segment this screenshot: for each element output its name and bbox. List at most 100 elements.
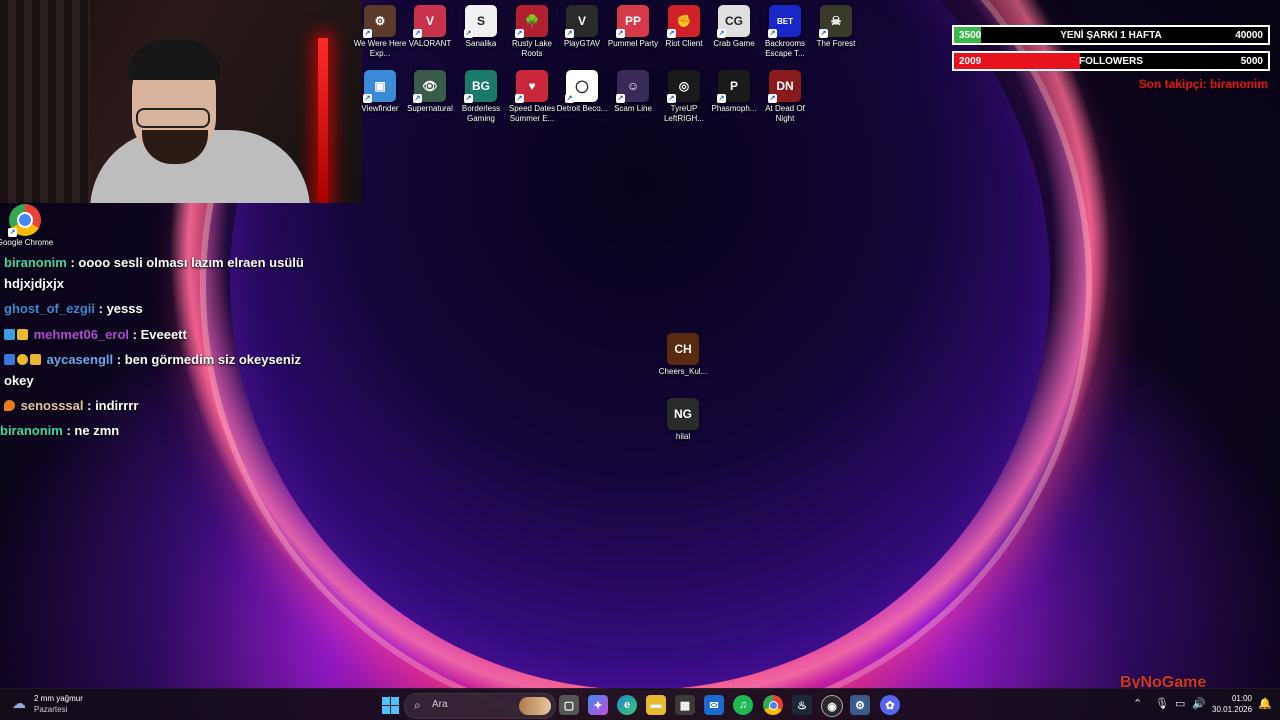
search-placeholder: Ara — [432, 699, 448, 710]
desktop-icon-scam-line[interactable]: ☺ ↗ Scam Line — [607, 70, 659, 114]
detroit-icon: ◯ ↗ — [565, 70, 598, 103]
the-forest-icon: ☠ ↗ — [819, 5, 852, 38]
webcam-glasses — [136, 108, 210, 128]
chrome-taskbar-button[interactable] — [763, 695, 783, 715]
store-button[interactable]: ▦ — [675, 695, 695, 715]
task-view-icon: ▢ — [563, 699, 575, 712]
gtav-icon: V ↗ — [565, 5, 598, 38]
desktop-icon-speed-dates[interactable]: ♥ ↗ Speed Dates Summer E... — [506, 70, 558, 124]
desktop-icon-supernatural[interactable]: 👁 ↗ Supernatural — [404, 70, 456, 114]
edge-button[interactable]: e — [617, 695, 637, 715]
app-button[interactable]: ⚙ — [850, 695, 870, 715]
desktop-icon-cheers[interactable]: CH Cheers_Kul... — [657, 333, 709, 377]
taskbar: ☁ 2 mm yağmur Pazartesi ⌕ Ara ▢ ✦ e ▬ ▦ … — [0, 688, 1280, 720]
chat-username: biranonim — [0, 423, 63, 438]
obs-icon: ◉ — [827, 700, 837, 713]
desktop-icon-tyreup[interactable]: ◎ ↗ TyreUP LeftRIGH... — [658, 70, 710, 124]
folder-icon: ▬ — [650, 699, 662, 711]
windows-icon — [381, 696, 399, 714]
chat-message: ghost_of_ezgii : yesss — [4, 298, 324, 319]
desktop-icon-valorant[interactable]: V ↗ VALORANT — [404, 5, 456, 49]
viewfinder-icon: ▣ ↗ — [363, 70, 396, 103]
goal-title: FOLLOWERS — [1079, 56, 1143, 67]
arrow-badge-icon — [4, 354, 15, 365]
network-icon[interactable]: ▭ — [1175, 697, 1185, 710]
desktop-icon-viewfinder[interactable]: ▣ ↗ Viewfinder — [354, 70, 406, 114]
discord-button[interactable]: ✿ — [880, 695, 900, 715]
crown-badge-icon — [17, 329, 28, 340]
desktop-icon-label: Cheers_Kul... — [658, 367, 708, 376]
desktop-icon-sanalika[interactable]: S ↗ Sanalika — [455, 5, 507, 49]
search-icon: ⌕ — [414, 698, 421, 712]
desktop-icon-hilal[interactable]: NG hilal — [657, 398, 709, 442]
desktop-icon-backrooms[interactable]: BET ↗ Backrooms Escape T... — [759, 5, 811, 59]
riot-client-icon: ✊ ↗ — [667, 5, 700, 38]
desktop-icon-detroit[interactable]: ◯ ↗ Detroit Beco... — [556, 70, 608, 114]
chat-message: senosssal : indirrrr — [4, 395, 324, 416]
one-badge-icon — [17, 354, 28, 365]
copilot-button[interactable]: ✦ — [588, 695, 608, 715]
chat-username: ghost_of_ezgii — [4, 301, 96, 316]
steam-button[interactable]: ♨ — [792, 695, 812, 715]
chat-message: biranonim : ne zmn — [0, 420, 320, 441]
desktop-icon-rusty-lake[interactable]: 🌳 ↗ Rusty Lake Roots — [506, 5, 558, 59]
desktop-icon-riot-client[interactable]: ✊ ↗ Riot Client — [658, 5, 710, 49]
mail-icon: ✉ — [709, 699, 719, 712]
webcam-curtain — [0, 0, 90, 203]
start-button[interactable] — [380, 695, 400, 715]
webcam-red-light — [318, 38, 328, 203]
chat-message: aycasengll : ben görmedim siz okeyseniz … — [4, 349, 324, 391]
desktop-icon-at-dead-of-night[interactable]: DN ↗ At Dead Of Night — [759, 70, 811, 124]
desktop-icon-crab-game[interactable]: CG ↗ Crab Game — [708, 5, 760, 49]
desktop-icon-google-chrome[interactable]: ↗ Google Chrome — [0, 204, 53, 248]
followers-goal-bar: 2009 FOLLOWERS 5000 — [952, 51, 1270, 71]
microphone-icon[interactable]: 🎙 — [1155, 697, 1169, 710]
crab-game-icon: CG ↗ — [717, 5, 750, 38]
volume-icon[interactable]: 🔊 — [1192, 697, 1206, 710]
chat-text: : indirrrr — [87, 398, 139, 413]
speed-dates-icon: ♥ ↗ — [515, 70, 548, 103]
valorant-icon: V ↗ — [413, 5, 446, 38]
sanalika-icon: S ↗ — [464, 5, 497, 38]
cheers-icon: CH — [667, 333, 699, 365]
goal-target: 5000 — [1240, 56, 1263, 67]
drop-badge-icon — [4, 329, 15, 340]
clock[interactable]: 01:00 30.01.2026 — [1212, 693, 1252, 715]
spotify-button[interactable]: ♫ — [733, 695, 753, 715]
chat-text: : ne zmn — [66, 423, 120, 438]
taskbar-search[interactable]: ⌕ Ara — [404, 693, 556, 719]
supernatural-icon: 👁 ↗ — [413, 70, 446, 103]
task-view-button[interactable]: ▢ — [559, 695, 579, 715]
desktop-icon-label: Google Chrome — [0, 238, 54, 247]
gear-icon: ⚙ — [855, 699, 865, 712]
fire-badge-icon — [4, 400, 15, 411]
desktop-icon-pummel-party[interactable]: PP ↗ Pummel Party — [607, 5, 659, 49]
backrooms-icon: BET ↗ — [768, 5, 801, 38]
edge-icon: e — [623, 699, 631, 711]
weather-day: Pazartesi — [34, 705, 68, 714]
pummel-party-icon: PP ↗ — [616, 5, 649, 38]
obs-button[interactable]: ◉ — [821, 695, 843, 717]
file-explorer-button[interactable]: ▬ — [646, 695, 666, 715]
chevron-up-icon[interactable]: ⌃ — [1133, 697, 1142, 710]
desktop-icon-borderless-gaming[interactable]: BG ↗ Borderless Gaming — [455, 70, 507, 124]
chat-text: : yesss — [98, 301, 143, 316]
desktop-icon-we-were-here[interactable]: ⚙ ↗ We Were Here Exp... — [354, 5, 406, 59]
mail-button[interactable]: ✉ — [704, 695, 724, 715]
chat-message: mehmet06_erol : Eveeett — [4, 324, 324, 345]
chrome-taskbar-icon — [768, 700, 778, 710]
chrome-icon: ↗ — [8, 204, 41, 237]
scam-line-icon: ☺ ↗ — [616, 70, 649, 103]
goal-target: 40000 — [1235, 30, 1263, 41]
copilot-icon: ✦ — [593, 699, 603, 712]
desktop-icon-gtav[interactable]: V ↗ PlayGTAV — [556, 5, 608, 49]
crown-badge-icon — [30, 354, 41, 365]
desktop-icon-label: hilal — [675, 432, 691, 441]
desktop-icon-phasmophobia[interactable]: P ↗ Phasmoph... — [708, 70, 760, 114]
last-follower-text: Son takipçi: biranonim — [1138, 77, 1268, 91]
desktop-icon-label: The Forest — [816, 39, 856, 48]
hilal-icon: NG — [667, 398, 699, 430]
desktop-icon-the-forest[interactable]: ☠ ↗ The Forest — [810, 5, 862, 49]
notification-icon[interactable]: 🔔 — [1258, 697, 1272, 710]
we-were-here-icon: ⚙ ↗ — [363, 5, 396, 38]
